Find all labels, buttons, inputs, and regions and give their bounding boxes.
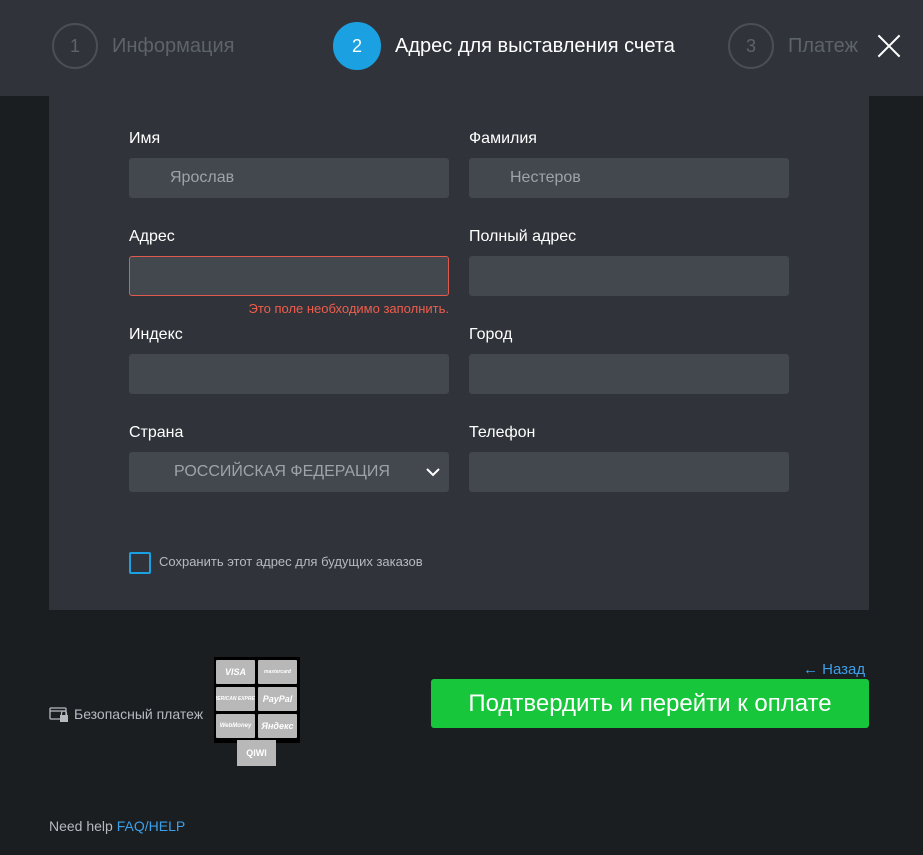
address-input[interactable] xyxy=(130,257,448,295)
address-field[interactable] xyxy=(129,256,449,296)
step-label: Адрес для выставления счета xyxy=(395,34,675,57)
step-billing-address: 2 Адрес для выставления счета xyxy=(333,21,675,71)
help-text: Need help FAQ/HELP xyxy=(49,818,185,834)
visa-logo: VISA xyxy=(216,660,255,684)
last-name-label: Фамилия xyxy=(469,130,537,147)
billing-address-form: Имя Фамилия Адрес Это поле необходимо за… xyxy=(49,96,869,610)
phone-label: Телефон xyxy=(469,424,536,441)
first-name-input[interactable] xyxy=(130,159,448,197)
secure-payment: Безопасный платеж xyxy=(49,705,203,723)
address-label: Адрес xyxy=(129,228,175,245)
step-payment: 3 Платеж xyxy=(728,21,858,71)
zip-field[interactable] xyxy=(129,354,449,394)
city-input[interactable] xyxy=(470,355,788,393)
zip-input[interactable] xyxy=(130,355,448,393)
country-select[interactable]: РОССИЙСКАЯ ФЕДЕРАЦИЯ xyxy=(129,452,449,492)
checkout-stepper-header: 1 Информация 2 Адрес для выставления сче… xyxy=(0,0,923,96)
country-select-value: РОССИЙСКАЯ ФЕДЕРАЦИЯ xyxy=(174,463,390,480)
confirm-and-pay-button[interactable]: Подтвердить и перейти к оплате xyxy=(431,679,869,728)
step-information: 1 Информация xyxy=(52,21,234,71)
paypal-logo: PayPal xyxy=(258,687,297,711)
country-label: Страна xyxy=(129,424,184,441)
save-address-label: Сохранить этот адрес для будущих заказов xyxy=(159,554,423,569)
yandex-logo: Яндекс xyxy=(258,714,297,738)
last-name-input[interactable] xyxy=(470,159,788,197)
step-number: 2 xyxy=(333,22,381,70)
first-name-label: Имя xyxy=(129,130,161,147)
zip-label: Индекс xyxy=(129,326,183,343)
save-address-checkbox[interactable] xyxy=(129,552,151,574)
chevron-down-icon xyxy=(426,468,440,477)
full-address-label: Полный адрес xyxy=(469,228,577,245)
secure-payment-label: Безопасный платеж xyxy=(74,706,204,722)
step-number: 3 xyxy=(728,23,774,69)
full-address-input[interactable] xyxy=(470,257,788,295)
step-label: Платеж xyxy=(788,34,858,57)
american-express-logo: AMERICAN EXPRESS xyxy=(216,687,255,711)
mastercard-logo: mastercard xyxy=(258,660,297,684)
webmoney-logo: WebMoney xyxy=(216,714,255,738)
city-label: Город xyxy=(469,326,513,343)
phone-field[interactable] xyxy=(469,452,789,492)
city-field[interactable] xyxy=(469,354,789,394)
payment-methods-logos: VISA mastercard AMERICAN EXPRESS PayPal … xyxy=(214,657,300,743)
back-link[interactable]: ← Назад xyxy=(803,661,865,678)
close-icon[interactable] xyxy=(876,33,902,59)
step-number: 1 xyxy=(52,23,98,69)
qiwi-logo: QIWI xyxy=(237,740,276,766)
last-name-field[interactable] xyxy=(469,158,789,198)
phone-input[interactable] xyxy=(470,453,788,491)
faq-help-link[interactable]: FAQ/HELP xyxy=(117,818,185,834)
first-name-field[interactable] xyxy=(129,158,449,198)
full-address-field[interactable] xyxy=(469,256,789,296)
address-error-message: Это поле необходимо заполнить. xyxy=(248,301,449,316)
step-label: Информация xyxy=(112,34,235,57)
secure-card-lock-icon xyxy=(49,707,68,722)
help-label: Need help xyxy=(49,818,113,834)
